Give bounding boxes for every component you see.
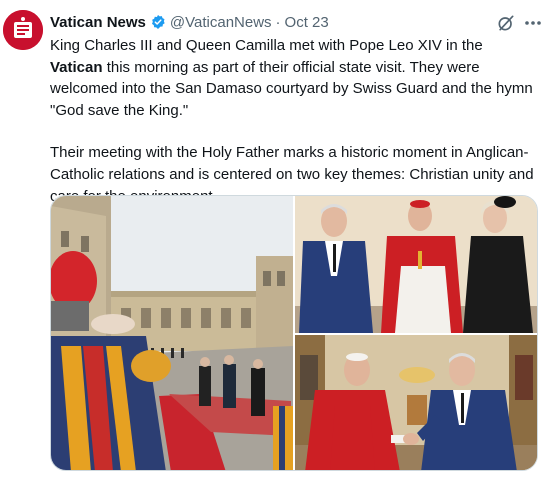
vatican-news-logo: [3, 10, 43, 50]
grok-icon[interactable]: [496, 13, 516, 33]
post-text: King Charles III and Queen Camilla met w…: [50, 35, 538, 207]
author-handle[interactable]: @VaticanNews: [170, 14, 272, 31]
post-paragraph-1: King Charles III and Queen Camilla met w…: [50, 37, 533, 119]
photo-handshake[interactable]: [295, 335, 537, 470]
media-grid: [50, 195, 538, 471]
separator-dot: ·: [275, 13, 281, 31]
more-icon[interactable]: [523, 14, 543, 32]
photo-courtyard[interactable]: [51, 196, 293, 470]
bold-vatican-word: Vatican: [50, 58, 103, 76]
post-date[interactable]: Oct 23: [285, 14, 329, 31]
verified-badge-icon: [151, 15, 165, 29]
photo-group-portrait[interactable]: [295, 196, 537, 333]
avatar[interactable]: [3, 10, 43, 50]
post-header: Vatican News @VaticanNews · Oct 23: [50, 12, 329, 32]
author-name[interactable]: Vatican News: [50, 14, 146, 31]
